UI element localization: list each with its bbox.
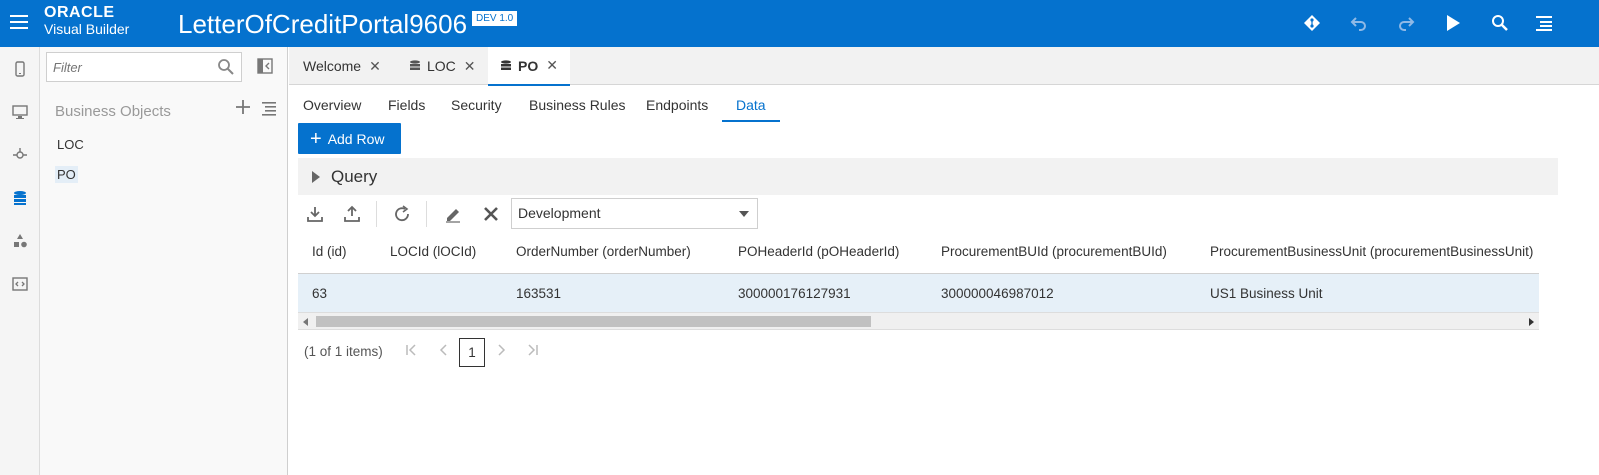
column-header-poheaderid[interactable]: POHeaderId (pOHeaderId): [738, 244, 899, 259]
scroll-left-icon[interactable]: [303, 318, 308, 326]
environment-select[interactable]: Development: [511, 198, 758, 229]
table-cell[interactable]: 163531: [516, 286, 561, 301]
database-icon: [501, 59, 511, 70]
business-objects-title: Business Objects: [55, 103, 171, 120]
table-cell[interactable]: 300000046987012: [941, 286, 1054, 301]
scrollbar-thumb[interactable]: [316, 316, 871, 327]
tab-welcome[interactable]: Welcome ✕: [291, 47, 393, 85]
column-header-ordernumber[interactable]: OrderNumber (orderNumber): [516, 244, 691, 259]
chevron-down-icon: [739, 211, 749, 217]
tab-welcome-label: Welcome: [303, 58, 362, 74]
tab-fields[interactable]: Fields: [388, 97, 425, 113]
brand-line2: Visual Builder: [44, 21, 130, 37]
query-label: Query: [331, 167, 378, 186]
web-apps-icon[interactable]: [0, 96, 40, 128]
database-icon: [410, 60, 420, 70]
redo-icon[interactable]: [1394, 11, 1418, 35]
add-business-object-icon[interactable]: [235, 99, 251, 115]
horizontal-scrollbar[interactable]: [298, 312, 1539, 330]
undo-icon[interactable]: [1347, 11, 1371, 35]
next-page-icon[interactable]: [494, 343, 510, 359]
oracle-logo: ORACLE Visual Builder: [44, 4, 130, 37]
table-cell[interactable]: 63: [312, 286, 327, 301]
active-tab-indicator: [722, 120, 780, 122]
tab-po-label: PO: [518, 57, 539, 74]
run-icon[interactable]: [1441, 11, 1465, 35]
mobile-apps-icon[interactable]: [0, 53, 40, 85]
query-section[interactable]: Query: [298, 158, 1558, 195]
tab-overview[interactable]: Overview: [303, 97, 361, 113]
current-page-button[interactable]: 1: [459, 338, 485, 367]
collapse-panel-icon[interactable]: [257, 58, 273, 74]
business-objects-icon[interactable]: [0, 182, 40, 214]
plus-icon: +: [310, 127, 322, 150]
components-icon[interactable]: [0, 225, 40, 257]
add-row-button[interactable]: + Add Row: [298, 123, 401, 154]
close-icon[interactable]: ✕: [369, 58, 381, 75]
services-icon[interactable]: [0, 139, 40, 171]
tab-data[interactable]: Data: [736, 97, 766, 113]
column-header-procurementbuid[interactable]: ProcurementBUId (procurementBUId): [941, 244, 1167, 259]
left-icon-rail: [0, 47, 40, 475]
app-title: LetterOfCreditPortal9606: [178, 9, 468, 39]
app-header: ORACLE Visual Builder LetterOfCreditPort…: [0, 0, 1599, 47]
scroll-right-icon[interactable]: [1529, 318, 1534, 326]
tab-business-rules[interactable]: Business Rules: [529, 97, 626, 113]
previous-page-icon[interactable]: [437, 343, 453, 359]
toolbar-divider: [426, 201, 427, 227]
column-header-id[interactable]: Id (id): [312, 244, 347, 259]
expand-triangle-icon[interactable]: [312, 171, 320, 183]
table-row[interactable]: [298, 273, 1539, 312]
business-object-item-loc[interactable]: LOC: [57, 137, 84, 152]
navigator-panel: Business Objects LOC PO: [40, 47, 288, 475]
menu-icon[interactable]: [10, 15, 28, 30]
tab-loc[interactable]: LOC ✕: [397, 47, 488, 85]
git-icon[interactable]: [1300, 11, 1324, 35]
business-objects-menu-icon[interactable]: [261, 100, 277, 116]
import-icon[interactable]: [305, 204, 325, 224]
version-badge: DEV 1.0: [472, 11, 518, 26]
tab-loc-label: LOC: [427, 58, 456, 74]
column-header-procurementbusinessunit[interactable]: ProcurementBusinessUnit (procurementBusi…: [1210, 244, 1533, 259]
last-page-icon[interactable]: [525, 343, 541, 359]
close-icon[interactable]: ✕: [546, 57, 558, 74]
search-icon[interactable]: [1488, 11, 1512, 35]
filter-box: [46, 52, 242, 82]
edit-icon[interactable]: [443, 204, 463, 224]
business-object-item-po[interactable]: PO: [55, 166, 78, 183]
tab-endpoints[interactable]: Endpoints: [646, 97, 708, 113]
tab-po[interactable]: PO ✕: [488, 47, 570, 86]
toolbar-divider: [376, 201, 377, 227]
source-view-icon[interactable]: [0, 268, 40, 300]
delete-icon[interactable]: [481, 204, 501, 224]
pager-info: (1 of 1 items): [304, 344, 383, 359]
brand-line1: ORACLE: [44, 4, 115, 21]
filter-input[interactable]: [47, 53, 207, 81]
add-row-label: Add Row: [327, 130, 385, 147]
table-cell[interactable]: US1 Business Unit: [1210, 286, 1323, 301]
more-menu-icon[interactable]: [1532, 11, 1556, 35]
export-icon[interactable]: [342, 204, 362, 224]
close-icon[interactable]: ✕: [464, 58, 476, 75]
document-tabs: Welcome ✕ LOC ✕ PO ✕: [289, 47, 1599, 86]
filter-search-icon[interactable]: [217, 58, 235, 76]
column-header-locid[interactable]: LOCId (lOCId): [390, 244, 476, 259]
environment-value: Development: [518, 205, 601, 221]
refresh-icon[interactable]: [392, 204, 412, 224]
table-cell[interactable]: 300000176127931: [738, 286, 851, 301]
tab-security[interactable]: Security: [451, 97, 502, 113]
first-page-icon[interactable]: [405, 343, 421, 359]
